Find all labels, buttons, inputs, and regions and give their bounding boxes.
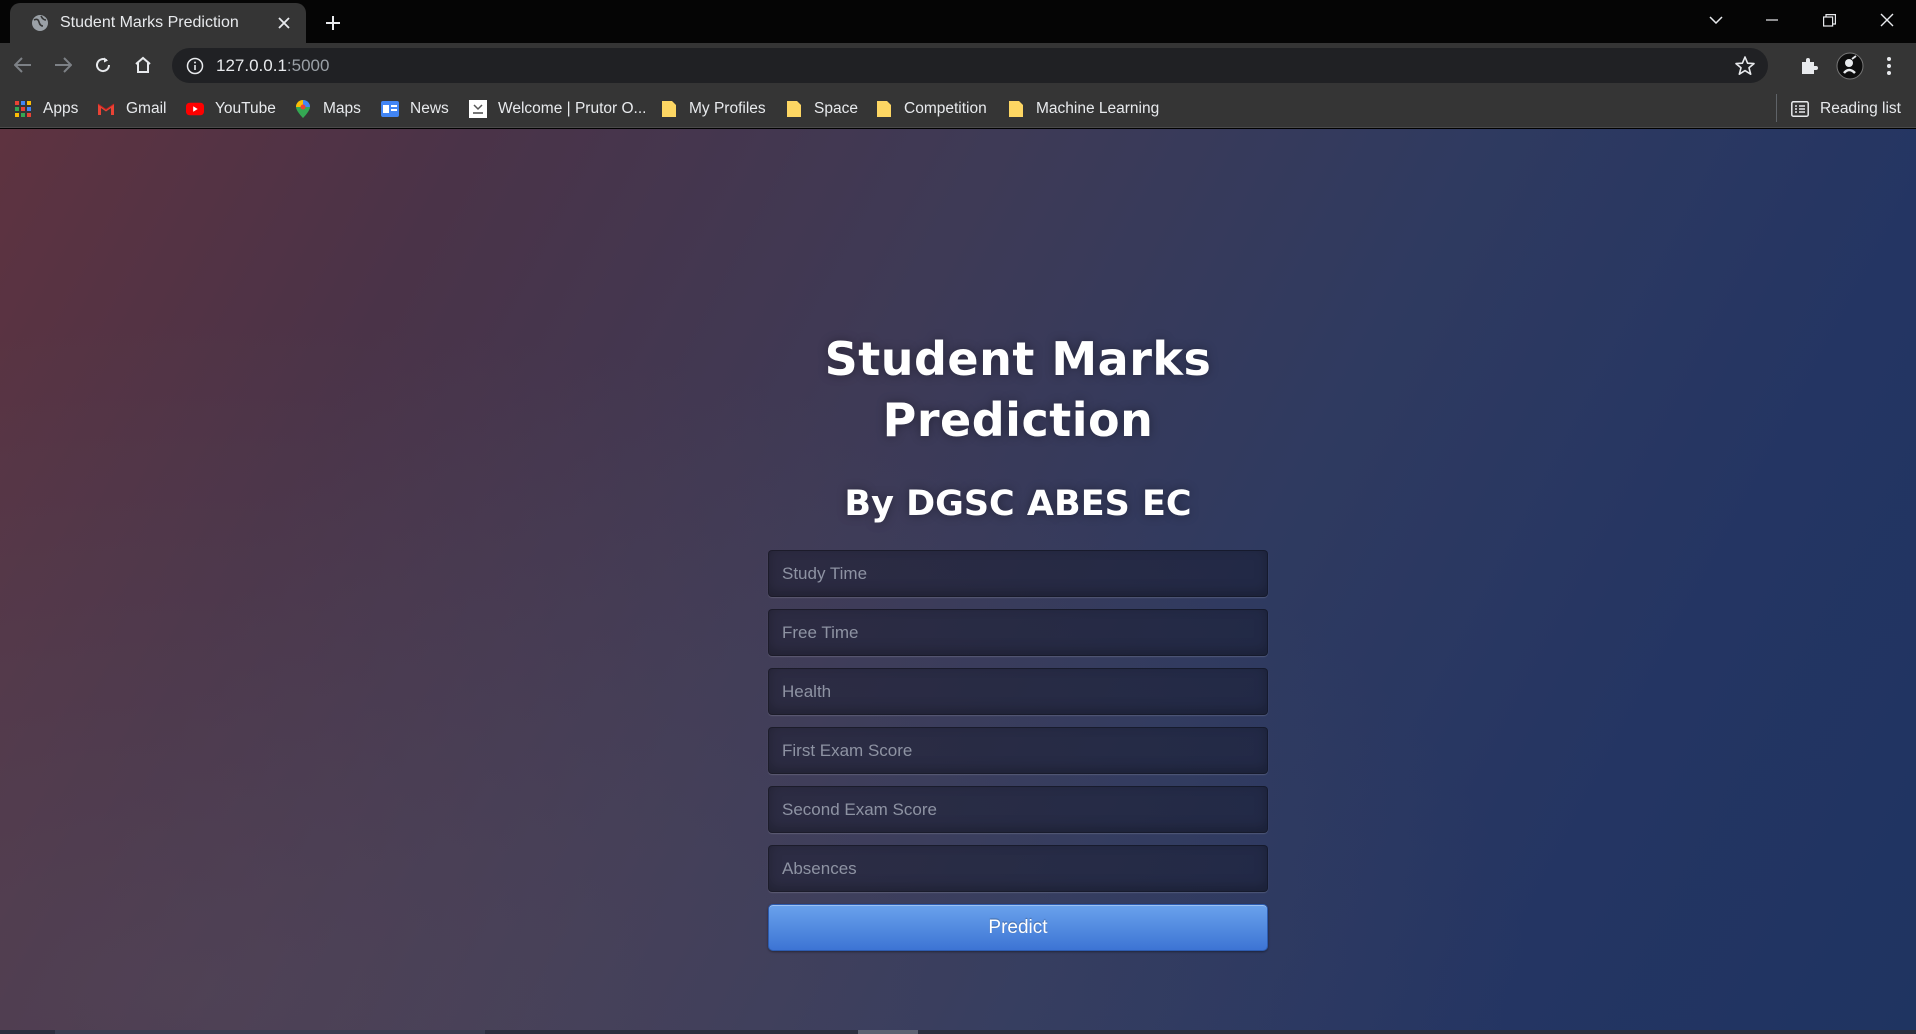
bookmark-machine-learning[interactable]: Machine Learning	[1007, 96, 1159, 122]
title-line-1: Student Marks	[824, 332, 1212, 386]
extensions-puzzle-icon[interactable]	[1793, 50, 1825, 82]
new-tab-icon[interactable]	[320, 10, 346, 36]
site-info-icon[interactable]	[186, 57, 204, 75]
browser-toolbar: 127.0.0.1:5000	[0, 43, 1916, 88]
bookmark-gmail[interactable]: Gmail	[97, 96, 166, 122]
bookmark-label: YouTube	[215, 100, 276, 117]
profile-avatar[interactable]	[1834, 50, 1866, 82]
study-time-input[interactable]	[768, 550, 1268, 597]
globe-icon	[31, 14, 49, 32]
first-exam-score-input[interactable]	[768, 727, 1268, 774]
folder-icon	[660, 100, 678, 118]
bookmark-label: Welcome | Prutor O...	[498, 100, 647, 117]
bookmark-label: News	[410, 100, 449, 117]
gmail-icon	[97, 100, 115, 118]
maps-pin-icon	[294, 100, 312, 118]
tab-search-icon[interactable]	[1688, 0, 1744, 40]
close-window-icon[interactable]	[1859, 0, 1915, 40]
address-host: 127.0.0.1	[216, 55, 287, 75]
bookmark-label: Competition	[904, 100, 987, 117]
address-bar[interactable]: 127.0.0.1:5000	[172, 48, 1768, 83]
browser-tab[interactable]: Student Marks Prediction	[10, 3, 306, 43]
reading-list-icon	[1791, 100, 1809, 118]
news-icon	[381, 100, 399, 118]
prediction-form: Predict	[768, 550, 1268, 951]
bookmark-my-profiles[interactable]: My Profiles	[660, 96, 766, 122]
scrollbar-thumb[interactable]	[55, 1030, 485, 1034]
scrollbar-marker	[858, 1030, 918, 1034]
prediction-card: Student Marks Prediction By DGSC ABES EC…	[768, 329, 1268, 951]
title-line-2: Prediction	[882, 393, 1154, 447]
bookmark-label: Apps	[43, 100, 79, 117]
tab-title: Student Marks Prediction	[60, 14, 239, 31]
bookmark-label: Space	[814, 100, 858, 117]
free-time-input[interactable]	[768, 609, 1268, 656]
bookmarks-divider	[1776, 94, 1777, 122]
page-viewport: Student Marks Prediction By DGSC ABES EC…	[0, 129, 1916, 1034]
restore-icon[interactable]	[1801, 0, 1857, 40]
page-subtitle: By DGSC ABES EC	[844, 484, 1192, 524]
predict-button[interactable]: Predict	[768, 904, 1268, 951]
reload-icon[interactable]	[87, 49, 119, 81]
reading-list-label: Reading list	[1820, 100, 1901, 117]
bookmark-news[interactable]: News	[381, 96, 449, 122]
bookmark-label: My Profiles	[689, 100, 766, 117]
youtube-icon	[186, 100, 204, 118]
apps-grid-icon	[14, 100, 32, 118]
folder-icon	[1007, 100, 1025, 118]
bookmark-label: Gmail	[126, 100, 167, 117]
bookmark-youtube[interactable]: YouTube	[186, 96, 276, 122]
minimize-icon[interactable]	[1744, 0, 1800, 40]
bookmark-star-icon[interactable]	[1734, 55, 1756, 77]
reading-list-button[interactable]: Reading list	[1791, 96, 1901, 122]
bookmark-space[interactable]: Space	[785, 96, 858, 122]
folder-icon	[875, 100, 893, 118]
horizontal-scrollbar[interactable]	[0, 1030, 1916, 1034]
prutor-icon	[469, 100, 487, 118]
second-exam-score-input[interactable]	[768, 786, 1268, 833]
bookmark-maps[interactable]: Maps	[294, 96, 361, 122]
page-title: Student Marks Prediction	[768, 329, 1268, 451]
bookmark-label: Machine Learning	[1036, 100, 1160, 117]
bookmark-competition[interactable]: Competition	[875, 96, 987, 122]
back-arrow-icon[interactable]	[7, 49, 39, 81]
folder-icon	[785, 100, 803, 118]
forward-arrow-icon[interactable]	[47, 49, 79, 81]
bookmarks-bar: Apps Gmail YouTube Maps News Welcome | P…	[0, 88, 1916, 128]
home-icon[interactable]	[127, 49, 159, 81]
browser-menu-icon[interactable]	[1873, 50, 1905, 82]
tab-strip: Student Marks Prediction	[0, 0, 1916, 43]
bookmark-label: Maps	[323, 100, 361, 117]
health-input[interactable]	[768, 668, 1268, 715]
close-tab-icon[interactable]	[274, 13, 294, 33]
bookmark-apps[interactable]: Apps	[14, 96, 78, 122]
address-port: :5000	[286, 55, 330, 75]
bookmark-prutor[interactable]: Welcome | Prutor O...	[469, 96, 646, 122]
absences-input[interactable]	[768, 845, 1268, 892]
